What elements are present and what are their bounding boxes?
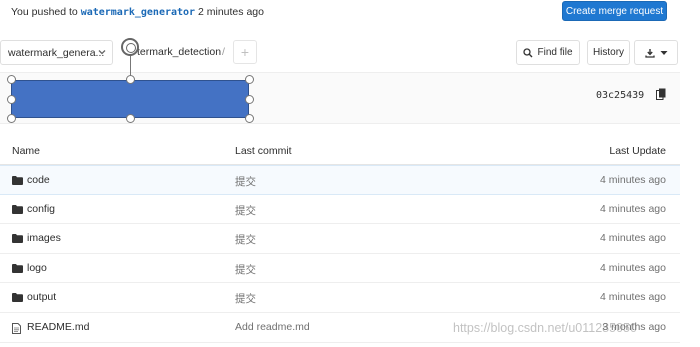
resize-handle-bottom[interactable]	[126, 114, 135, 123]
folder-icon	[12, 234, 23, 246]
row-commit-message[interactable]: 提交	[235, 174, 256, 189]
resize-handle-bottom-right[interactable]	[245, 114, 254, 123]
repo-toolbar: watermark_genera... termark_detection / …	[0, 38, 680, 66]
rotation-handle-icon[interactable]	[121, 38, 139, 56]
file-icon	[12, 322, 21, 337]
push-prefix: You pushed to	[11, 6, 78, 18]
row-name-link[interactable]: output	[27, 291, 56, 303]
pushed-branch-link[interactable]: watermark_generator	[81, 7, 195, 18]
folder-icon	[12, 204, 23, 217]
row-updated-time: 4 minutes ago	[600, 291, 666, 304]
header-name: Name	[12, 145, 41, 157]
row-commit-message[interactable]: 提交	[235, 203, 256, 218]
redaction-rectangle[interactable]	[11, 80, 249, 118]
resize-handle-right[interactable]	[245, 95, 254, 104]
caret-down-icon	[660, 50, 667, 55]
header-last-commit: Last commit	[235, 145, 292, 157]
rotation-handle-stem	[130, 54, 131, 76]
push-banner: You pushed to watermark_generator 2 minu…	[0, 0, 680, 24]
resize-handle-top[interactable]	[126, 75, 135, 84]
watermark-text: https://blog.csdn.net/u011285050	[453, 321, 637, 335]
download-dropdown-button[interactable]	[634, 40, 678, 65]
row-updated-time: 4 minutes ago	[600, 202, 666, 215]
history-button[interactable]: History	[587, 40, 630, 65]
search-icon	[523, 47, 533, 57]
header-last-update: Last Update	[609, 145, 666, 157]
row-commit-message[interactable]: 提交	[235, 291, 256, 306]
folder-icon	[12, 293, 23, 305]
table-row[interactable]: code 提交 4 minutes ago	[0, 165, 680, 195]
folder-icon	[12, 176, 23, 188]
table-row[interactable]: output 提交 4 minutes ago	[0, 283, 680, 313]
resize-handle-top-right[interactable]	[245, 75, 254, 84]
row-updated-time: 4 minutes ago	[600, 174, 666, 186]
add-file-button[interactable]: +	[233, 40, 257, 64]
file-tree-table: Name Last commit Last Update code 提交 4 min…	[0, 136, 680, 343]
breadcrumb-separator: /	[222, 46, 225, 58]
row-name-link[interactable]: config	[27, 203, 55, 215]
breadcrumb-path[interactable]: termark_detection	[137, 46, 221, 58]
copy-icon[interactable]	[656, 88, 666, 100]
download-icon	[644, 48, 655, 58]
folder-icon	[12, 263, 23, 276]
row-commit-message[interactable]: 提交	[235, 262, 256, 277]
find-file-label: Find file	[537, 47, 573, 58]
create-merge-request-button[interactable]: Create merge request	[562, 1, 667, 21]
push-time: 2 minutes ago	[198, 6, 264, 18]
resize-handle-bottom-left[interactable]	[7, 114, 16, 123]
row-name-link[interactable]: code	[27, 174, 50, 186]
row-commit-message[interactable]: Add readme.md	[235, 321, 310, 333]
row-name-link[interactable]: logo	[27, 262, 47, 274]
commit-sha[interactable]: 03c25439	[596, 90, 644, 101]
branch-dropdown[interactable]: watermark_genera...	[0, 40, 113, 65]
row-name-link[interactable]: README.md	[27, 321, 89, 333]
table-row[interactable]: logo 提交 4 minutes ago	[0, 254, 680, 284]
row-updated-time: 4 minutes ago	[600, 261, 666, 274]
row-name-link[interactable]: images	[27, 232, 61, 244]
chevron-down-icon	[98, 50, 106, 55]
table-row[interactable]: config 提交 4 minutes ago	[0, 195, 680, 225]
branch-dropdown-label: watermark_genera...	[8, 46, 105, 59]
table-header: Name Last commit Last Update	[0, 136, 680, 165]
row-commit-message[interactable]: 提交	[235, 232, 256, 247]
find-file-button[interactable]: Find file	[516, 40, 580, 65]
row-updated-time: 4 minutes ago	[600, 232, 666, 245]
resize-handle-top-left[interactable]	[7, 75, 16, 84]
push-notice: You pushed to watermark_generator 2 minu…	[11, 6, 264, 18]
resize-handle-left[interactable]	[7, 95, 16, 104]
table-row[interactable]: images 提交 4 minutes ago	[0, 224, 680, 254]
